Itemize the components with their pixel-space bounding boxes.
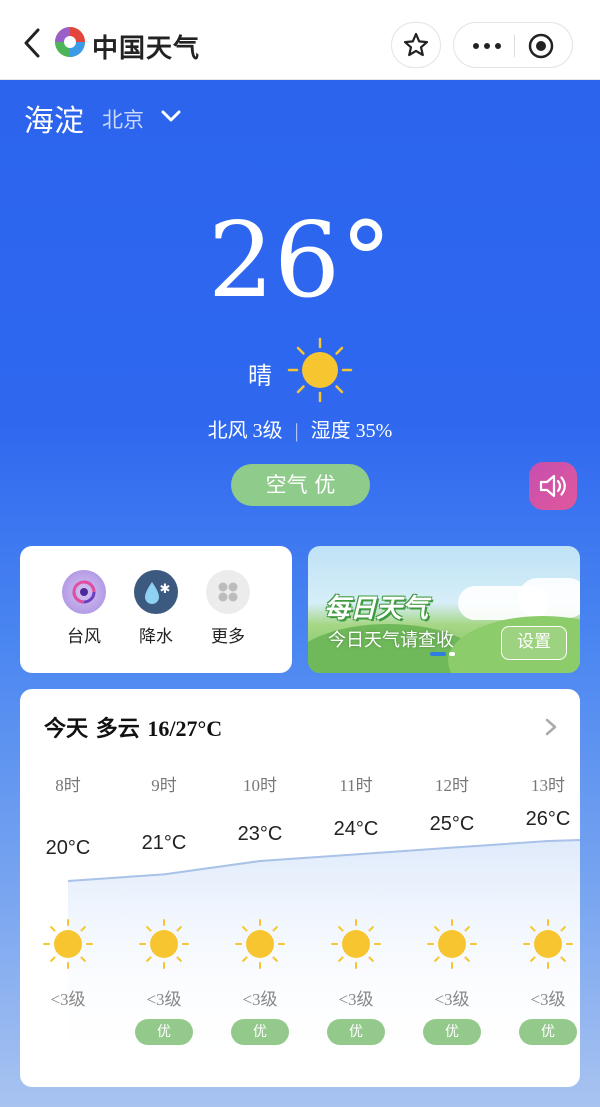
- hour-wind: <3级: [146, 990, 182, 1009]
- hour-wind: <3级: [242, 990, 278, 1009]
- hour-wind: <3级: [50, 990, 86, 1009]
- carousel-dot-active: [430, 652, 446, 656]
- hour-column: 10时: [224, 771, 296, 796]
- current-temperature: 26°: [207, 199, 393, 321]
- forecast-title[interactable]: 今天 多云 16/27°C: [44, 711, 222, 743]
- sun-icon: [139, 919, 189, 969]
- hour-aqi-badge: 优: [423, 1019, 481, 1045]
- forecast-day: 今天: [44, 717, 89, 742]
- mini-program-capsule: [453, 22, 573, 68]
- hour-temperature: 25°C: [429, 813, 475, 835]
- hour-wind: <3级: [530, 990, 566, 1009]
- wind-info: 北风 3级: [207, 420, 283, 442]
- hour-temperature: 24°C: [333, 818, 379, 840]
- hour-time: 9时: [151, 776, 177, 795]
- hour-time: 8时: [55, 776, 81, 795]
- daily-weather-banner[interactable]: 每日天气 今日天气请查收 设置: [308, 546, 580, 673]
- sun-icon: [427, 919, 477, 969]
- top-nav-bar: 中国天气: [0, 0, 600, 80]
- hour-temperature: 21°C: [141, 832, 187, 854]
- rain-icon: ✱: [134, 570, 178, 614]
- shortcut-precipitation[interactable]: ✱ 降水: [126, 570, 186, 647]
- favorite-button[interactable]: [391, 22, 441, 68]
- hour-wind: <3级: [338, 990, 374, 1009]
- hourly-forecast-card: 今天 多云 16/27°C 8时 20°C <3级 9时 21°C <3级优 10时 23°C…: [20, 689, 580, 1087]
- banner-title: 每日天气: [324, 594, 429, 624]
- hour-column: 8时: [32, 771, 104, 796]
- hour-time: 13时: [531, 776, 565, 795]
- forecast-condition: 多云: [95, 717, 140, 742]
- cloud-decoration: [518, 578, 580, 618]
- sun-icon: [523, 919, 573, 969]
- shortcut-more[interactable]: 更多: [198, 570, 258, 647]
- forecast-temp-range: 16/27°C: [147, 716, 223, 741]
- more-grid-icon: [206, 570, 250, 614]
- hour-column: 9时: [128, 771, 200, 796]
- humidity-info: 湿度 35%: [310, 420, 393, 442]
- city-name[interactable]: 北京: [102, 104, 144, 134]
- hourly-strip[interactable]: 8时 20°C <3级 9时 21°C <3级优 10时 23°C <3级优 11时 24°C <3级…: [20, 771, 580, 1071]
- hour-temperature: 20°C: [45, 837, 91, 859]
- back-arrow-icon[interactable]: [20, 26, 46, 60]
- sun-icon: [331, 919, 381, 969]
- typhoon-icon: [62, 570, 106, 614]
- hour-temperature: 26°C: [525, 808, 571, 830]
- hour-aqi-badge: 优: [135, 1019, 193, 1045]
- capsule-divider: [514, 35, 515, 57]
- current-condition: 晴: [248, 362, 272, 390]
- more-dots-icon[interactable]: [470, 37, 504, 55]
- hour-column: 11时: [320, 771, 392, 796]
- star-icon: [403, 32, 429, 57]
- shortcut-typhoon[interactable]: 台风: [54, 570, 114, 647]
- carousel-dot: [449, 652, 455, 656]
- shortcut-label: 台风: [67, 627, 101, 647]
- sun-icon: [43, 919, 93, 969]
- svg-text:✱: ✱: [160, 582, 171, 597]
- carousel-indicator: [430, 652, 458, 671]
- app-title: 中国天气: [92, 34, 201, 64]
- hour-time: 11时: [339, 776, 373, 795]
- shortcut-label: 降水: [139, 627, 173, 647]
- air-quality-badge[interactable]: 空气 优: [231, 464, 370, 506]
- shortcut-card: 台风 ✱ 降水 更多: [20, 546, 292, 673]
- hour-column: 12时: [416, 771, 488, 796]
- chevron-right-icon[interactable]: [544, 717, 558, 737]
- wind-humidity-line: 北风 3级 | 湿度 35%: [0, 414, 600, 443]
- voice-broadcast-button[interactable]: [529, 462, 577, 510]
- sun-icon: [287, 337, 353, 403]
- app-logo-icon: [55, 27, 85, 57]
- chevron-down-icon[interactable]: [160, 108, 182, 124]
- hour-wind: <3级: [434, 990, 470, 1009]
- district-name[interactable]: 海淀: [24, 96, 84, 140]
- hour-time: 10时: [243, 776, 277, 795]
- close-target-icon[interactable]: [528, 33, 554, 59]
- hour-column: 13时: [512, 771, 580, 796]
- info-separator: |: [294, 420, 299, 442]
- speaker-icon: [539, 474, 566, 498]
- banner-subtitle: 今日天气请查收: [328, 630, 454, 651]
- hour-aqi-badge: 优: [519, 1019, 577, 1045]
- hour-aqi-badge: 优: [231, 1019, 289, 1045]
- sun-icon: [235, 919, 285, 969]
- settings-button[interactable]: 设置: [501, 626, 567, 660]
- hour-time: 12时: [435, 776, 469, 795]
- hour-temperature: 23°C: [237, 823, 283, 845]
- hour-aqi-badge: 优: [327, 1019, 385, 1045]
- shortcut-label: 更多: [211, 627, 245, 647]
